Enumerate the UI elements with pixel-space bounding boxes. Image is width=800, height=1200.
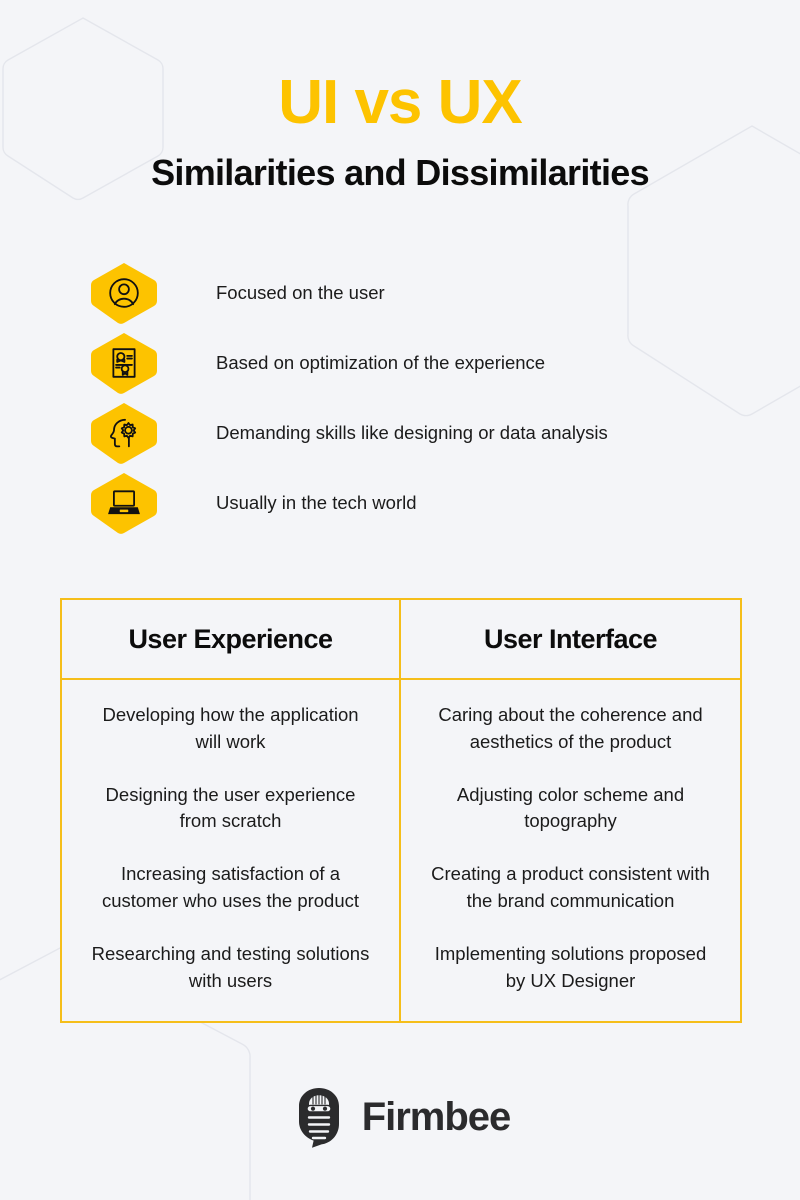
table-cell: Adjusting color scheme and topography — [456, 783, 685, 832]
table-header-cell-user-interface: User Interface — [401, 600, 740, 678]
header-block: UI vs UX Similarities and Dissimilaritie… — [0, 72, 800, 192]
feature-list: Focused on the user Based on optimizatio… — [88, 258, 748, 538]
list-item: Demanding skills like designing or data … — [88, 398, 748, 468]
feature-icon-badge — [88, 471, 160, 535]
table-cell: Designing the user experience from scrat… — [105, 783, 356, 832]
user-icon — [109, 278, 139, 308]
head-gear-icon — [109, 418, 137, 448]
table-cell: Researching and testing solutions with u… — [91, 942, 370, 991]
list-item: Focused on the user — [88, 258, 748, 328]
table-cell: Developing how the application will work — [102, 704, 359, 752]
page-title: UI vs UX — [278, 68, 523, 137]
footer-branding: Firmbee — [0, 1086, 800, 1148]
list-item: Usually in the tech world — [88, 468, 748, 538]
page-subtitle: Similarities and Dissimilarities — [151, 152, 650, 193]
list-item: Based on optimization of the experience — [88, 328, 748, 398]
cell-group: Caring about the coherence and aesthetic… — [401, 680, 740, 1021]
table-cell: Creating a product consistent with the b… — [431, 863, 710, 912]
table-body: Developing how the application will work… — [62, 680, 740, 1021]
list-item-label: Focused on the user — [216, 282, 385, 304]
cell-group: Developing how the application will work… — [62, 680, 399, 1021]
feature-icon-badge — [88, 331, 160, 395]
column-header-label: User Experience — [128, 623, 333, 654]
list-item-label: Demanding skills like designing or data … — [216, 422, 608, 444]
list-item-label: Usually in the tech world — [216, 492, 417, 514]
table-header-cell-user-experience: User Experience — [62, 600, 401, 678]
table-header-row: User Experience User Interface — [62, 600, 740, 680]
table-cell: Implementing solutions proposed by UX De… — [434, 942, 707, 991]
list-item-label: Based on optimization of the experience — [216, 352, 546, 374]
feature-icon-badge — [88, 261, 160, 325]
table-cell: Caring about the coherence and aesthetic… — [438, 704, 703, 752]
laptop-icon — [108, 490, 140, 515]
brand-name: Firmbee — [361, 1094, 512, 1139]
firmbee-bee-icon — [298, 1088, 339, 1148]
table-column-user-experience: Developing how the application will work… — [62, 680, 401, 1021]
table-column-user-interface: Caring about the coherence and aesthetic… — [401, 680, 740, 1021]
certificate-icon — [112, 348, 136, 378]
table-cell: Increasing satisfaction of a customer wh… — [101, 863, 360, 912]
comparison-table: User Experience User Interface Developin… — [60, 598, 742, 1023]
infographic-poster: UI vs UX Similarities and Dissimilaritie… — [0, 0, 800, 1200]
column-header-label: User Interface — [483, 623, 658, 654]
feature-icon-badge — [88, 401, 160, 465]
